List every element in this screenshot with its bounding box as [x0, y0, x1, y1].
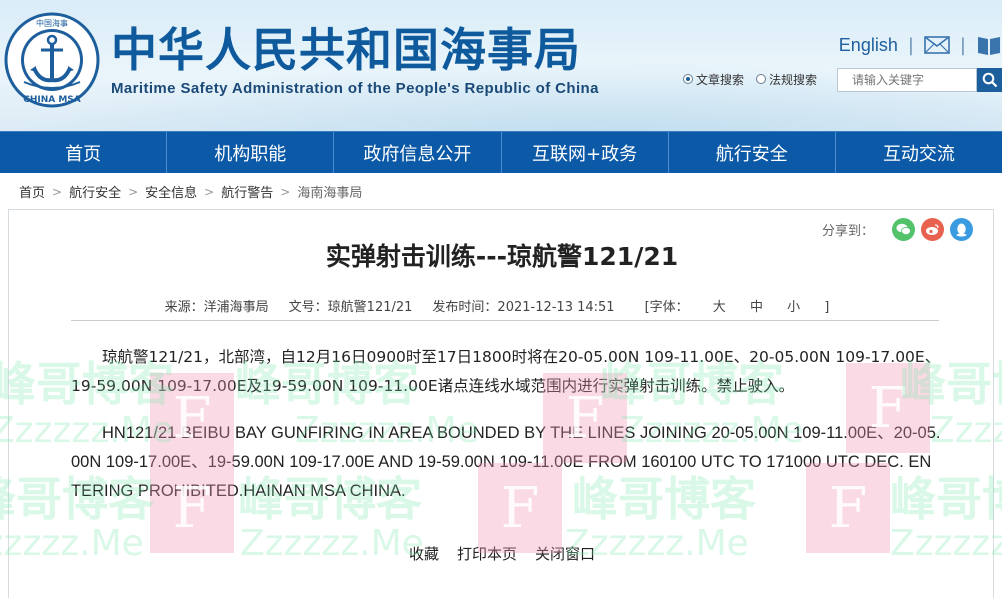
english-link[interactable]: English	[839, 35, 898, 56]
search-option-law[interactable]: 法规搜索	[756, 71, 817, 88]
favorite-link[interactable]: 收藏	[409, 543, 439, 564]
font-size-switcher: [字体： 大 中 小 ]	[644, 300, 830, 315]
breadcrumb-chevron-icon: >	[52, 184, 63, 199]
article-paragraph-cn: 琼航警121/21，北部湾，自12月16日0900时至17日1800时将在20-…	[71, 348, 941, 395]
meta-divider	[71, 320, 939, 321]
nav-item-navigation-safety[interactable]: 航行安全	[669, 132, 836, 173]
breadcrumb-item-home[interactable]: 首页	[19, 182, 45, 201]
article-meta: 来源：洋浦海事局 文号：琼航警121/21 发布时间：2021-12-13 14…	[9, 296, 995, 315]
mail-icon[interactable]	[924, 36, 950, 54]
article-doc-number: 文号：琼航警121/21	[288, 300, 413, 315]
svg-text:中国海事: 中国海事	[36, 18, 68, 28]
site-subtitle: Maritime Safety Administration of the Pe…	[111, 80, 599, 97]
article-published-time: 发布时间：2021-12-13 14:51	[432, 300, 615, 315]
site-header: CHINA MSA 中国海事 中华人民共和国海事局 Maritime Safet…	[0, 0, 1002, 131]
radio-selected-icon	[683, 74, 693, 84]
top-links: English | |	[839, 30, 1002, 60]
search-icon	[982, 72, 997, 88]
book-icon[interactable]	[976, 34, 1002, 56]
search-input[interactable]	[837, 68, 977, 92]
article-panel: 分享到： 实弹射击训练---琼航警121/21 来源：洋浦海事局 文号：琼航警1…	[8, 209, 994, 598]
nav-item-functions[interactable]: 机构职能	[167, 132, 335, 173]
search-button[interactable]	[977, 68, 1002, 92]
article-title: 实弹射击训练---琼航警121/21	[325, 242, 679, 271]
radio-icon	[756, 74, 767, 84]
breadcrumb-item-safety-info[interactable]: 安全信息	[145, 182, 197, 201]
divider: |	[959, 34, 966, 56]
msa-logo-icon[interactable]: CHINA MSA 中国海事	[4, 12, 100, 108]
font-size-small[interactable]: 小	[787, 300, 800, 315]
main-nav: 首页 机构职能 政府信息公开 互联网+政务 航行安全 互动交流	[0, 131, 1002, 173]
search-option-article[interactable]: 文章搜索	[683, 71, 744, 88]
breadcrumb-item-current[interactable]: 海南海事局	[297, 182, 362, 201]
breadcrumb: 首页 > 航行安全 > 安全信息 > 航行警告 > 海南海事局	[19, 182, 362, 202]
breadcrumb-chevron-icon: >	[204, 184, 215, 199]
site-title: 中华人民共和国海事局	[111, 23, 581, 77]
nav-item-gov-info[interactable]: 政府信息公开	[334, 132, 502, 173]
nav-item-interaction[interactable]: 互动交流	[836, 132, 1002, 173]
breadcrumb-chevron-icon: >	[128, 184, 139, 199]
nav-item-home[interactable]: 首页	[0, 132, 168, 173]
article-actions: 收藏 打印本页 关闭窗口	[9, 543, 995, 564]
svg-text:CHINA MSA: CHINA MSA	[23, 95, 81, 105]
nav-item-internet-gov[interactable]: 互联网+政务	[502, 132, 669, 173]
close-window-link[interactable]: 关闭窗口	[535, 543, 595, 564]
search-options: 文章搜索 法规搜索	[683, 67, 829, 91]
article-paragraph-en: HN121/21 BEIBU BAY GUNFIRING IN AREA BOU…	[71, 424, 941, 500]
divider: |	[907, 34, 914, 56]
print-link[interactable]: 打印本页	[457, 543, 517, 564]
font-size-medium[interactable]: 中	[750, 300, 763, 315]
breadcrumb-item-warnings[interactable]: 航行警告	[221, 182, 273, 201]
article-source: 来源：洋浦海事局	[164, 300, 269, 315]
breadcrumb-item-navigation-safety[interactable]: 航行安全	[69, 182, 121, 201]
font-size-large[interactable]: 大	[713, 300, 726, 315]
breadcrumb-chevron-icon: >	[280, 184, 291, 199]
